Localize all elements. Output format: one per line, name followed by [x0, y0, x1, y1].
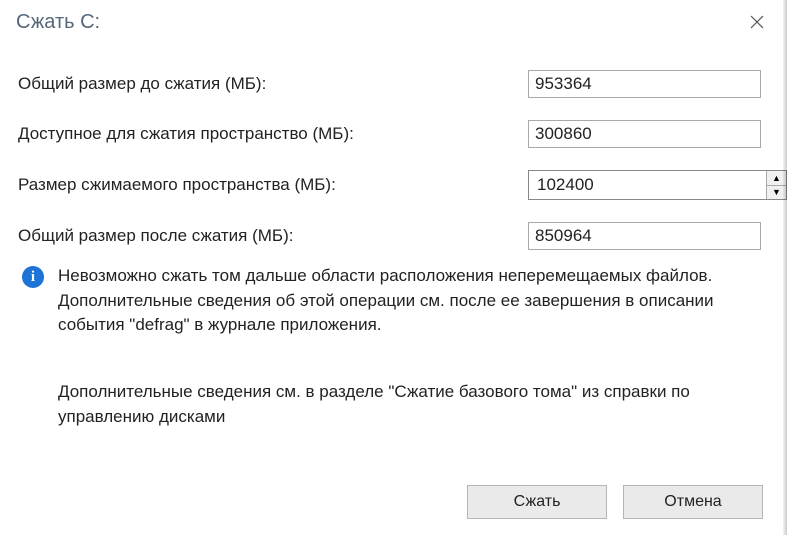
close-icon [750, 15, 764, 29]
shrink-button[interactable]: Сжать [467, 485, 607, 519]
info-icon: i [22, 266, 44, 288]
help-text: Дополнительные сведения см. в разделе "С… [58, 380, 761, 429]
label-available: Доступное для сжатия пространство (МБ): [18, 124, 528, 144]
field-available: 300860 [528, 120, 761, 148]
row-total-after: Общий размер после сжатия (МБ): 850964 [18, 222, 761, 250]
field-total-before: 953364 [528, 70, 761, 98]
info-block: i Невозможно сжать том дальше области ра… [18, 264, 761, 338]
info-text: Невозможно сжать том дальше области расп… [58, 264, 751, 338]
chevron-down-icon: ▼ [772, 187, 781, 197]
label-shrink-amount: Размер сжимаемого пространства (МБ): [18, 175, 528, 195]
window-right-edge [783, 0, 787, 535]
window-title: Сжать C: [16, 11, 100, 34]
shrink-amount-spinner[interactable]: ▲ ▼ [528, 170, 787, 200]
chevron-up-icon: ▲ [772, 173, 781, 183]
cancel-button[interactable]: Отмена [623, 485, 763, 519]
row-available: Доступное для сжатия пространство (МБ): … [18, 120, 761, 148]
row-shrink-amount: Размер сжимаемого пространства (МБ): ▲ ▼ [18, 170, 761, 200]
row-total-before: Общий размер до сжатия (МБ): 953364 [18, 70, 761, 98]
dialog-footer: Сжать Отмена [467, 485, 763, 519]
dialog-content: Общий размер до сжатия (МБ): 953364 Дост… [0, 42, 787, 441]
titlebar: Сжать C: [0, 0, 787, 42]
shrink-amount-input[interactable] [529, 171, 766, 199]
field-total-after: 850964 [528, 222, 761, 250]
label-total-after: Общий размер после сжатия (МБ): [18, 226, 528, 246]
label-total-before: Общий размер до сжатия (МБ): [18, 74, 528, 94]
close-button[interactable] [743, 8, 771, 36]
